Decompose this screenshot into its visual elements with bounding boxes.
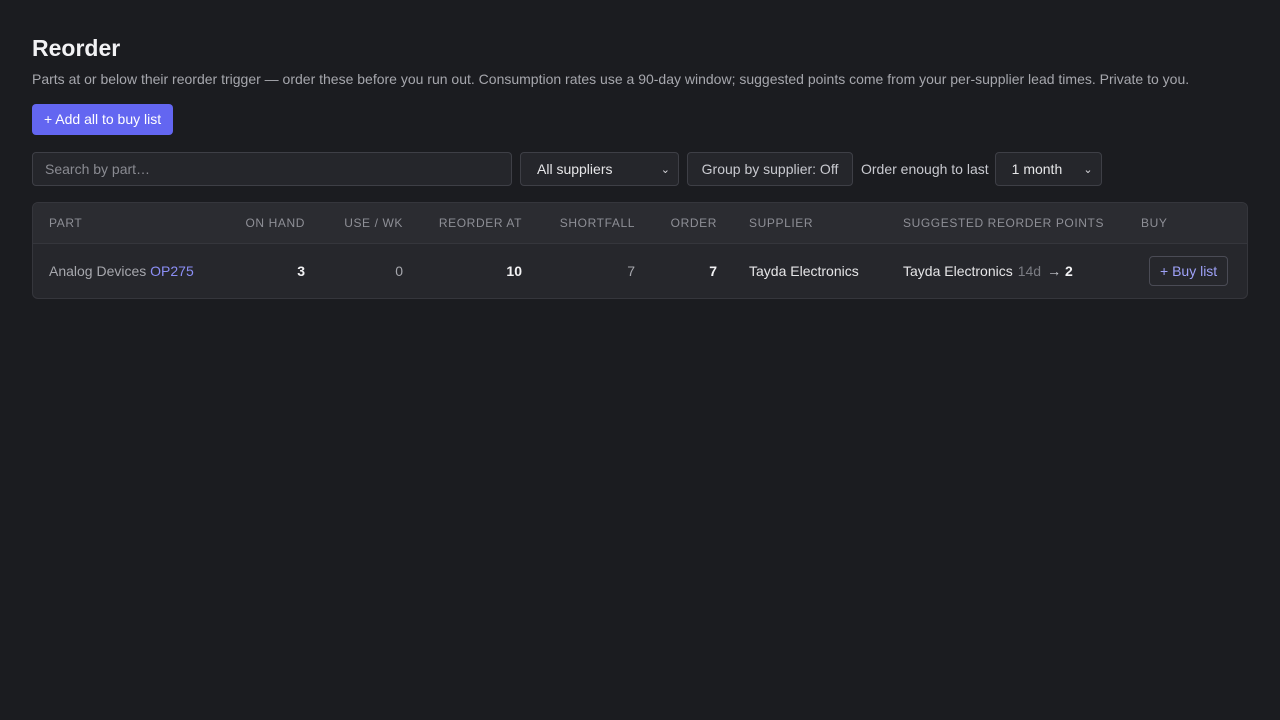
chevron-down-icon: ⌄ bbox=[1083, 163, 1093, 176]
order-cell: 7 bbox=[709, 263, 717, 279]
shortfall-cell: 7 bbox=[627, 263, 635, 279]
header-suggested-reorder-points: SUGGESTED REORDER POINTS bbox=[903, 216, 1105, 230]
add-all-to-buy-list-button[interactable]: + Add all to buy list bbox=[32, 104, 174, 135]
group-by-supplier-toggle[interactable]: Group by supplier: Off bbox=[687, 152, 853, 186]
table-row: Analog Devices OP275 3 0 10 7 7 Tayda El… bbox=[33, 244, 1247, 298]
header-shortfall: SHORTFALL bbox=[559, 216, 635, 230]
part-manufacturer: Analog Devices bbox=[49, 263, 147, 279]
suggested-supplier: Tayda Electronics bbox=[903, 263, 1013, 279]
reorder-page: Reorder Parts at or below their reorder … bbox=[0, 0, 1280, 299]
arrow-right-icon: → bbox=[1047, 263, 1062, 279]
header-part: PART bbox=[49, 216, 83, 230]
page-subtitle: Parts at or below their reorder trigger … bbox=[32, 71, 1190, 87]
supplier-cell: Tayda Electronics bbox=[749, 263, 859, 279]
on-hand-cell: 3 bbox=[297, 263, 305, 279]
header-on-hand: ON HAND bbox=[245, 216, 305, 230]
horizon-label: Order enough to last bbox=[861, 161, 989, 177]
header-use-per-week: USE / WK bbox=[344, 216, 403, 230]
suggested-lead-time: 14d bbox=[1017, 263, 1042, 279]
table-header: PART ON HAND USE / WK REORDER AT SHORTFA… bbox=[33, 203, 1247, 244]
page-title: Reorder bbox=[32, 35, 121, 61]
use-per-week-cell: 0 bbox=[395, 263, 403, 279]
reorder-at-cell: 10 bbox=[506, 263, 522, 279]
chevron-down-icon: ⌄ bbox=[660, 163, 670, 176]
part-number-link[interactable]: OP275 bbox=[150, 263, 194, 279]
header-buy: BUY bbox=[1141, 216, 1168, 230]
header-supplier: SUPPLIER bbox=[749, 216, 814, 230]
add-to-buy-list-button[interactable]: + Buy list bbox=[1149, 256, 1229, 286]
supplier-select-value: All suppliers bbox=[537, 161, 613, 177]
horizon-select[interactable]: 1 month ⌄ bbox=[994, 152, 1102, 186]
suggested-point-value: 2 bbox=[1064, 263, 1073, 279]
part-cell: Analog Devices OP275 bbox=[49, 244, 194, 298]
header-reorder-at: REORDER AT bbox=[438, 216, 522, 230]
search-input[interactable] bbox=[32, 152, 512, 186]
horizon-select-value: 1 month bbox=[1011, 161, 1063, 177]
suggested-reorder-point: Tayda Electronics 14d → 2 bbox=[903, 244, 1073, 298]
supplier-select[interactable]: All suppliers ⌄ bbox=[520, 152, 679, 186]
filter-bar: All suppliers ⌄ Group by supplier: Off O… bbox=[32, 152, 1248, 186]
header-order: ORDER bbox=[670, 216, 717, 230]
reorder-table: PART ON HAND USE / WK REORDER AT SHORTFA… bbox=[32, 202, 1248, 299]
